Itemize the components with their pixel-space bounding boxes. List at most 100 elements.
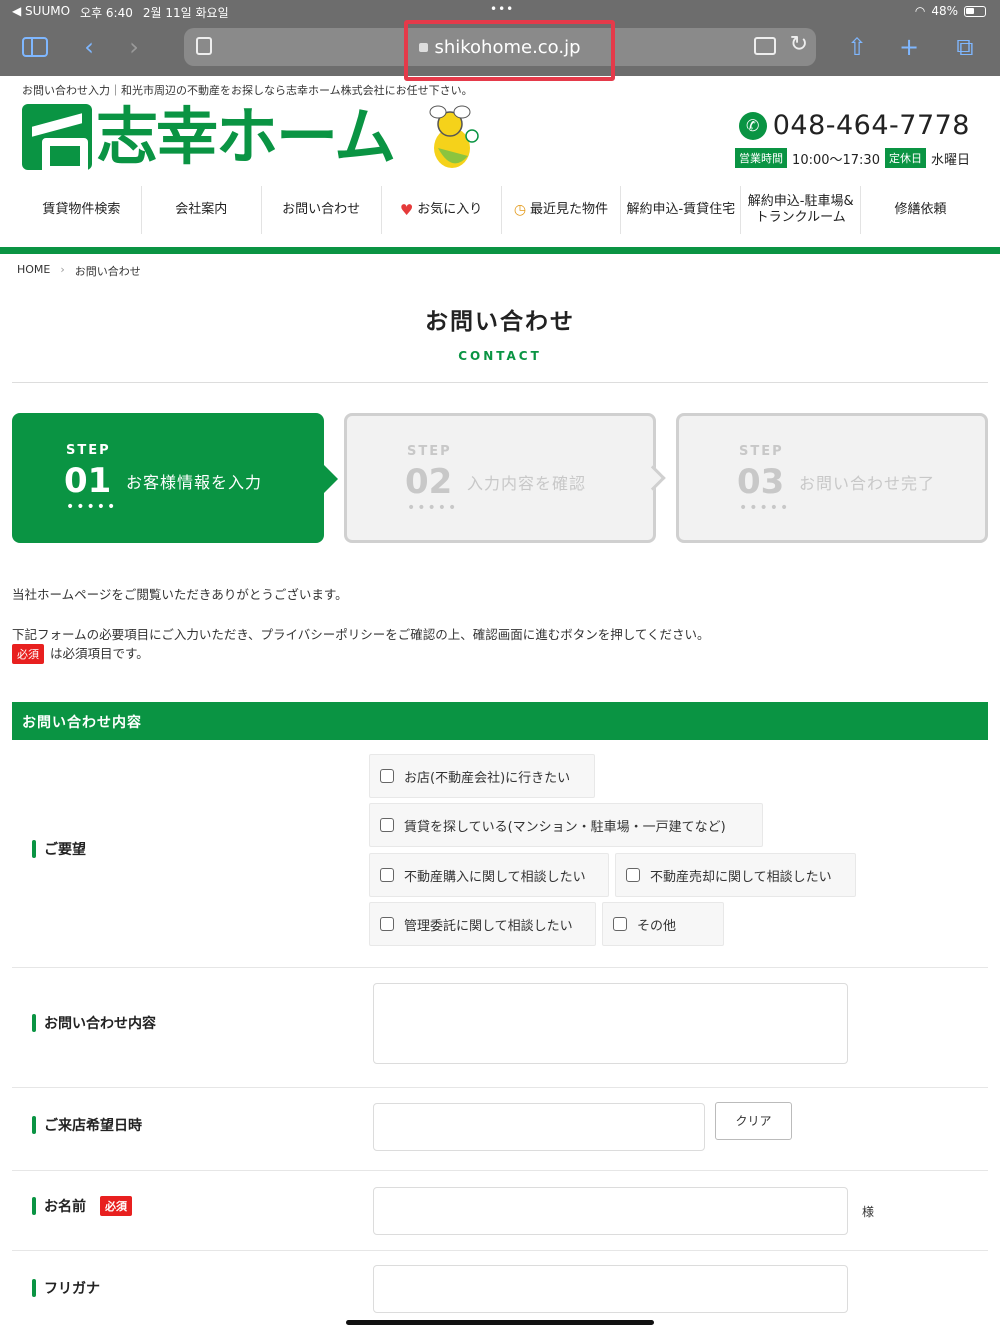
home-indicator[interactable]	[346, 1320, 654, 1325]
nav-label: 修繕依頼	[894, 202, 947, 217]
name-suffix: 様	[862, 1205, 875, 1219]
label-text: ご要望	[44, 842, 86, 858]
step-text: 入力内容を確認	[467, 474, 587, 493]
kana-input[interactable]	[373, 1265, 848, 1313]
logo-text: 志幸ホーム	[96, 100, 396, 173]
label-text: ご来店希望日時	[44, 1118, 142, 1134]
form-section-header: お問い合わせ内容	[12, 702, 988, 740]
back-to-app[interactable]: ◀ SUUMO	[12, 4, 70, 21]
new-tab-button[interactable]: +	[892, 32, 926, 62]
mascot-bee-icon	[429, 105, 479, 168]
phone-number[interactable]: 048-464-7778	[773, 110, 970, 141]
visit-date-input[interactable]	[373, 1103, 705, 1151]
phone-contact[interactable]: ✆ 048-464-7778	[738, 110, 970, 141]
nav-repair-request[interactable]: 修繕依頼	[861, 186, 980, 234]
option-label: お店(不動産会社)に行きたい	[404, 770, 571, 786]
wifi-icon: ◠	[914, 4, 926, 18]
step-arrow-icon	[324, 465, 338, 493]
name-label: お名前 必須	[32, 1196, 138, 1216]
nav-cancel-rental[interactable]: 解約申込-賃貸住宅	[621, 186, 742, 234]
sidebar-toggle-button[interactable]	[18, 32, 52, 62]
nav-label: 賃貸物件検索	[42, 202, 121, 217]
required-badge: 必須	[12, 644, 44, 664]
option-purchase-consult[interactable]: 不動産購入に関して相談したい	[369, 853, 609, 897]
hours-label: 営業時間	[735, 148, 788, 168]
option-management-consult[interactable]: 管理委託に関して相談したい	[369, 902, 596, 946]
back-button[interactable]: ‹	[72, 32, 106, 62]
nav-label: 会社案内	[175, 202, 228, 217]
label-text: お名前	[44, 1199, 86, 1215]
option-rental-search[interactable]: 賃貸を探している(マンション・駐車場・一戸建てなど)	[369, 803, 763, 847]
checkbox[interactable]	[613, 917, 627, 931]
row-divider	[12, 967, 988, 968]
nav-favorites[interactable]: ♥ お気に入り	[382, 186, 502, 234]
step-label: STEP	[407, 444, 452, 459]
multitasking-dots[interactable]: •••	[490, 2, 514, 16]
step-number: 01	[64, 461, 112, 501]
label-bar	[32, 840, 36, 858]
label-text: フリガナ	[44, 1281, 100, 1297]
nav-cancel-parking[interactable]: 解約申込-駐車場&トランクルーム	[741, 186, 862, 234]
site-tagline: お問い合わせ入力｜和光市周辺の不動産をお探しなら志幸ホーム株式会社にお任せ下さい…	[22, 84, 473, 97]
step-number: 03	[737, 462, 785, 502]
battery-percent: 48%	[931, 4, 958, 18]
nav-rental-search[interactable]: 賃貸物件検索	[22, 186, 142, 234]
sidebar-icon	[22, 37, 48, 57]
logo-mark-icon	[22, 104, 92, 174]
label-bar	[32, 1116, 36, 1134]
site-logo[interactable]: 志幸ホーム	[22, 100, 396, 174]
breadcrumb-home[interactable]: HOME	[17, 263, 50, 279]
option-label: 管理委託に関して相談したい	[404, 918, 573, 934]
step-dots: •••••	[407, 500, 459, 516]
status-time: 오후 6:40	[80, 6, 133, 20]
step-dots: •••••	[739, 500, 791, 516]
chevron-right-icon: ›	[60, 263, 65, 276]
clear-button[interactable]: クリア	[715, 1102, 792, 1140]
breadcrumb: HOME › お問い合わせ	[17, 263, 141, 279]
tabs-icon: ⧉	[956, 33, 974, 61]
required-badge: 必須	[100, 1196, 132, 1216]
step-label: STEP	[739, 444, 784, 459]
step-text: お問い合わせ完了	[799, 474, 936, 493]
intro-required-note: 必須 は必須項目です。	[12, 643, 149, 664]
business-hours: 営業時間 10:00〜17:30 定休日 水曜日	[735, 148, 970, 168]
chevron-right-icon: ›	[129, 33, 139, 61]
forward-button[interactable]: ›	[117, 32, 151, 62]
status-date: 2월 11일 화요일	[142, 6, 229, 20]
option-other[interactable]: その他	[602, 902, 724, 946]
option-sale-consult[interactable]: 不動産売却に関して相談したい	[615, 853, 856, 897]
nav-label: 最近見た物件	[530, 202, 609, 217]
label-bar	[32, 1197, 36, 1215]
nav-recently-viewed[interactable]: ◷ 最近見た物件	[502, 186, 622, 234]
nav-company[interactable]: 会社案内	[142, 186, 262, 234]
kana-label: フリガナ	[32, 1278, 100, 1298]
checkbox[interactable]	[380, 769, 394, 783]
share-button[interactable]: ⇧	[840, 32, 874, 62]
step-number: 02	[405, 462, 453, 502]
row-divider	[12, 1170, 988, 1171]
hours-value: 10:00〜17:30	[792, 152, 880, 168]
nav-label: 解約申込-賃貸住宅	[626, 202, 736, 217]
reload-icon[interactable]: ↻	[790, 32, 808, 57]
label-bar	[32, 1014, 36, 1032]
clock-icon: ◷	[513, 202, 527, 218]
title-divider	[12, 382, 988, 383]
checkbox[interactable]	[626, 868, 640, 882]
holiday-label: 定休日	[884, 148, 926, 168]
option-label: 不動産売却に関して相談したい	[650, 869, 832, 885]
share-icon: ⇧	[846, 33, 868, 61]
option-label: 賃貸を探している(マンション・駐車場・一戸建てなど)	[404, 819, 726, 835]
inquiry-textarea[interactable]	[373, 983, 848, 1064]
battery-icon	[964, 5, 986, 17]
name-input[interactable]	[373, 1187, 848, 1235]
plus-icon: +	[898, 33, 920, 61]
tabs-overview-button[interactable]: ⧉	[948, 32, 982, 62]
header-divider	[0, 247, 1000, 254]
checkbox[interactable]	[380, 917, 394, 931]
option-visit-store[interactable]: お店(不動産会社)に行きたい	[369, 754, 595, 798]
extensions-icon[interactable]	[754, 37, 776, 55]
step-dots: •••••	[66, 499, 118, 515]
nav-contact[interactable]: お問い合わせ	[262, 186, 382, 234]
checkbox[interactable]	[380, 868, 394, 882]
checkbox[interactable]	[380, 818, 394, 832]
